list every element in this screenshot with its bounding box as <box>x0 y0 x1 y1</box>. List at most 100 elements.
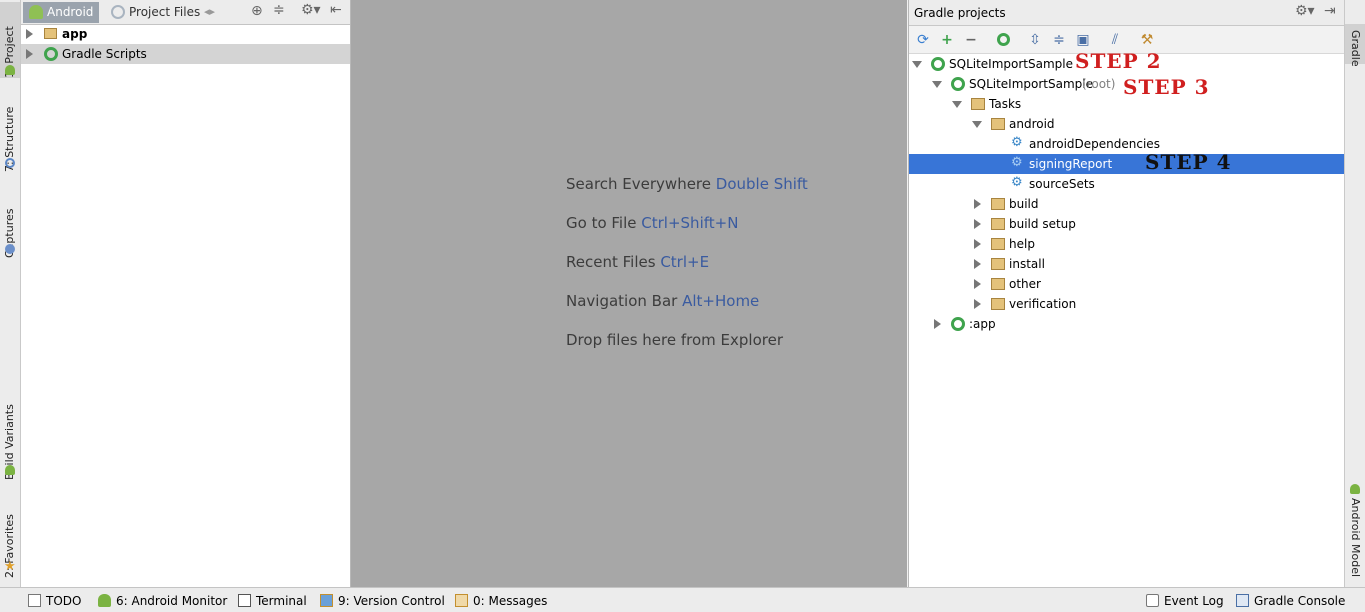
gradle-tree-label: help <box>1009 237 1035 251</box>
refresh-icon[interactable]: ⟳ <box>914 31 932 49</box>
expand-arrow-icon[interactable] <box>974 239 981 249</box>
tree-item-gradle-scripts-label: Gradle Scripts <box>62 47 147 61</box>
tree-item-gradle-scripts[interactable]: Gradle Scripts <box>21 44 350 64</box>
tool-tab-android-model[interactable]: Android Model <box>1345 480 1365 580</box>
settings-gear-icon[interactable]: ⚙▾ <box>1295 3 1315 19</box>
gradle-tree-suffix: (root) <box>1082 77 1116 91</box>
gradle-icon <box>44 47 58 61</box>
gradle-tree-label: android <box>1009 117 1055 131</box>
gradle-tree-task-group-android[interactable]: android <box>909 114 1344 134</box>
gear-icon: ⚙ <box>1011 155 1023 170</box>
tool-button-gradle-console[interactable]: Gradle Console <box>1236 592 1345 610</box>
task-folder-icon <box>991 278 1005 290</box>
tool-tab-favorites[interactable]: 2: Favorites ★ <box>0 498 20 578</box>
gear-icon: ⚙ <box>1011 135 1023 150</box>
tool-button-version-control[interactable]: 9: Version Control <box>320 592 445 610</box>
hint-text: Drop files here from Explorer <box>566 331 783 349</box>
hint-shortcut: Alt+Home <box>682 292 760 310</box>
gradle-icon <box>931 57 945 71</box>
task-folder-icon <box>991 258 1005 270</box>
hint-navigation-bar: Navigation Bar Alt+Home <box>566 292 759 310</box>
expand-arrow-icon[interactable] <box>974 279 981 289</box>
hint-shortcut: Double Shift <box>715 175 808 193</box>
tool-tab-build-variants[interactable]: Build Variants <box>0 388 20 480</box>
tab-android[interactable]: Android <box>23 2 100 23</box>
collapse-arrow-icon[interactable] <box>952 101 962 108</box>
hint-recent-files: Recent Files Ctrl+E <box>566 253 709 271</box>
expand-arrow-icon[interactable] <box>974 299 981 309</box>
gradle-tree-label: SQLiteImportSample <box>969 77 1093 91</box>
gear-icon: ⚙ <box>1011 175 1023 190</box>
gradle-tree-label: verification <box>1009 297 1077 311</box>
tool-button-event-log-label: Event Log <box>1164 594 1224 608</box>
collapse-all-icon[interactable]: ≑ <box>273 2 285 18</box>
remove-icon[interactable]: − <box>962 31 980 49</box>
tool-tab-structure[interactable]: 7: Structure <box>0 94 20 172</box>
gradle-tree-task-group-other[interactable]: other <box>909 274 1344 294</box>
gradle-tree-task-group-install[interactable]: install <box>909 254 1344 274</box>
todo-icon <box>28 594 41 607</box>
tree-item-app-label: app <box>62 27 88 41</box>
android-icon <box>5 65 15 75</box>
hide-panel-icon[interactable]: ⇤ <box>330 2 342 18</box>
tool-button-version-control-label: 9: Version Control <box>338 594 445 608</box>
star-icon: ★ <box>4 559 16 574</box>
gradle-tree-label: Tasks <box>989 97 1022 111</box>
hide-panel-icon[interactable]: ⇥ <box>1324 3 1336 19</box>
gradle-tree-label: build <box>1009 197 1039 211</box>
tool-button-todo[interactable]: TODO <box>28 592 81 610</box>
tool-button-messages[interactable]: 0: Messages <box>455 592 547 610</box>
expand-arrow-icon[interactable] <box>26 49 33 59</box>
tool-tab-gradle-label: Gradle <box>1349 30 1362 67</box>
collapse-all-icon[interactable]: ≑ <box>1050 31 1068 49</box>
gradle-tree-task-group-build[interactable]: build <box>909 194 1344 214</box>
gradle-tree-label: SQLiteImportSample <box>949 57 1073 71</box>
expand-arrow-icon[interactable] <box>974 259 981 269</box>
gradle-tree-task-group-verification[interactable]: verification <box>909 294 1344 314</box>
add-icon[interactable]: + <box>938 31 956 49</box>
gradle-task-signing-report[interactable]: ⚙ signingReport <box>909 154 1344 174</box>
expand-arrow-icon[interactable] <box>974 219 981 229</box>
task-folder-icon <box>991 238 1005 250</box>
gradle-panel-header: Gradle projects ⚙▾ ⇥ <box>909 0 1344 26</box>
collapse-arrow-icon[interactable] <box>972 121 982 128</box>
hint-search-everywhere: Search Everywhere Double Shift <box>566 175 808 193</box>
tool-button-android-monitor[interactable]: 6: Android Monitor <box>98 592 227 610</box>
gradle-task-android-dependencies[interactable]: ⚙ androidDependencies <box>909 134 1344 154</box>
gradle-settings-icon[interactable]: ⚒ <box>1138 31 1156 49</box>
project-files-icon <box>111 5 125 19</box>
attach-project-icon[interactable]: ▣ <box>1074 31 1092 49</box>
hint-text: Search Everywhere <box>566 175 711 193</box>
gradle-tree-task-group-help[interactable]: help <box>909 234 1344 254</box>
execute-gradle-task-icon[interactable] <box>994 31 1012 49</box>
editor-empty-area: Search Everywhere Double Shift Go to Fil… <box>351 0 907 587</box>
expand-arrow-icon[interactable] <box>934 319 941 329</box>
tab-project-files[interactable]: Project Files <box>105 2 206 23</box>
task-folder-icon <box>991 198 1005 210</box>
hint-text: Recent Files <box>566 253 656 271</box>
annotation-step-3: STEP 3 <box>1123 75 1210 99</box>
gradle-tree-app-module[interactable]: :app <box>909 314 1344 334</box>
gradle-tree-task-group-build-setup[interactable]: build setup <box>909 214 1344 234</box>
structure-icon <box>5 158 15 168</box>
collapse-arrow-icon[interactable] <box>932 81 942 88</box>
tool-tab-gradle[interactable]: Gradle <box>1345 24 1365 67</box>
tree-item-app[interactable]: app <box>21 24 350 44</box>
switch-view-icon[interactable]: ◂▸ <box>204 5 215 18</box>
toggle-offline-icon[interactable]: ⫽ <box>1106 31 1124 49</box>
collapse-arrow-icon[interactable] <box>912 61 922 68</box>
expand-all-icon[interactable]: ⇳ <box>1026 31 1044 49</box>
settings-gear-icon[interactable]: ⚙▾ <box>301 2 321 18</box>
gradle-task-source-sets[interactable]: ⚙ sourceSets <box>909 174 1344 194</box>
expand-arrow-icon[interactable] <box>26 29 33 39</box>
tool-tab-project[interactable]: 1: Project <box>0 2 20 78</box>
gradle-tree-label: signingReport <box>1029 157 1113 171</box>
tool-tab-captures[interactable]: Captures <box>0 192 20 258</box>
expand-arrow-icon[interactable] <box>974 199 981 209</box>
tool-button-event-log[interactable]: Event Log <box>1146 592 1224 610</box>
terminal-icon <box>238 594 251 607</box>
version-control-icon <box>320 594 333 607</box>
tool-button-terminal[interactable]: Terminal <box>238 592 307 610</box>
scroll-from-source-icon[interactable]: ⊕ <box>251 3 263 19</box>
hint-go-to-file: Go to File Ctrl+Shift+N <box>566 214 738 232</box>
